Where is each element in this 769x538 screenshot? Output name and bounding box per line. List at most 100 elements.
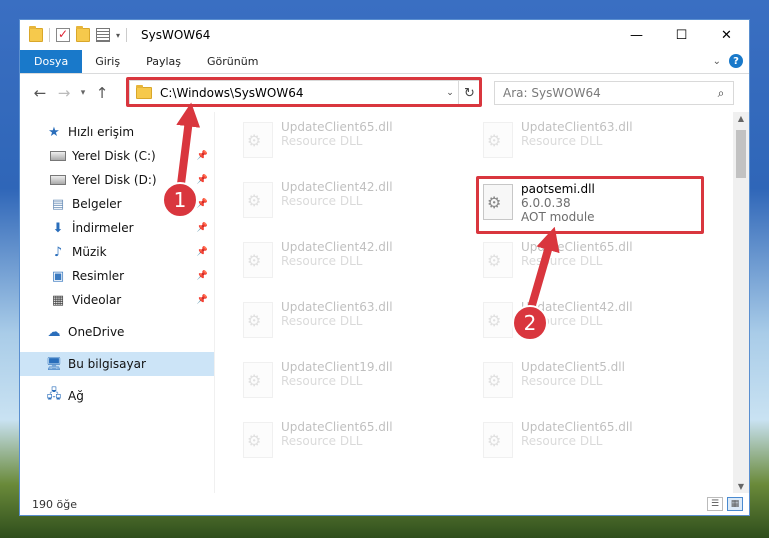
item-count: 190 öğe [32,497,77,511]
dll-file-icon [243,302,273,338]
sidebar-item-label: Yerel Disk (C:) [72,149,156,163]
chevron-down-icon[interactable]: ▾ [116,31,120,40]
sidebar-item-downloads[interactable]: ⬇ İndirmeler 📌 [20,216,214,240]
back-arrow-icon[interactable]: ← [28,84,52,102]
file-name: UpdateClient5.dll [521,360,625,374]
list-item[interactable]: UpdateClient63.dllResource DLL [237,296,447,344]
file-name: UpdateClient19.dll [281,360,393,374]
file-name: UpdateClient65.dll [521,420,633,434]
list-item[interactable]: UpdateClient19.dllResource DLL [237,356,447,404]
file-type: Resource DLL [281,314,363,328]
scrollbar-thumb[interactable] [736,130,746,178]
sidebar-item-pictures[interactable]: ▣ Resimler 📌 [20,264,214,288]
pin-icon: 📌 [196,199,208,209]
music-icon: ♪ [53,244,63,260]
file-type: Resource DLL [521,134,603,148]
dll-file-icon [243,182,273,218]
forward-arrow-icon[interactable]: → [52,84,76,102]
file-name: UpdateClient65.dll [521,240,633,254]
maximize-button[interactable]: ☐ [659,20,704,50]
sidebar-item-local-disk-c[interactable]: Yerel Disk (C:) 📌 [20,144,214,168]
new-folder-icon[interactable] [76,26,90,42]
divider [49,28,50,42]
dll-file-icon [243,362,273,398]
star-icon: ★ [48,124,60,140]
list-item[interactable]: UpdateClient42.dllResource DLL [237,236,447,284]
list-item[interactable]: UpdateClient5.dllResource DLL [477,356,687,404]
download-icon: ⬇ [52,220,64,236]
ribbon-tabs: Dosya Giriş Paylaş Görünüm ⌄ ? [20,50,749,74]
list-item[interactable]: UpdateClient65.dllResource DLL [477,236,687,284]
address-highlight-box [126,77,482,107]
network-icon: 🖧 [46,387,62,402]
file-type: Resource DLL [281,434,363,448]
sidebar-item-this-pc[interactable]: 🖥 Bu bilgisayar [20,352,214,376]
scroll-up-icon[interactable]: ▲ [733,114,749,123]
computer-icon: 🖥 [45,356,63,372]
sidebar-item-music[interactable]: ♪ Müzik 📌 [20,240,214,264]
file-name: UpdateClient42.dll [281,240,393,254]
sidebar-item-quick-access[interactable]: ★ Hızlı erişim [20,120,214,144]
drive-icon [50,149,66,163]
properties-check-icon[interactable] [56,27,70,42]
file-name: UpdateClient63.dll [281,300,393,314]
dll-file-icon [483,362,513,398]
sidebar-item-onedrive[interactable]: ☁ OneDrive [20,320,214,344]
sidebar-item-label: Yerel Disk (D:) [72,173,157,187]
sidebar-item-label: Ağ [68,389,84,403]
tab-share[interactable]: Paylaş [133,50,194,73]
tab-file[interactable]: Dosya [20,50,83,73]
file-type: Resource DLL [521,434,603,448]
dll-file-icon [483,122,513,158]
close-button[interactable]: ✕ [704,20,749,50]
sidebar-item-documents[interactable]: ▤ Belgeler 📌 [20,192,214,216]
tab-view[interactable]: Görünüm [194,50,271,73]
properties-icon[interactable] [96,28,110,42]
file-type: Resource DLL [281,194,363,208]
pin-icon: 📌 [196,175,208,185]
tab-home[interactable]: Giriş [82,50,133,73]
file-name: UpdateClient63.dll [521,120,633,134]
explorer-window: ▾ SysWOW64 — ☐ ✕ Dosya Giriş Paylaş Görü… [19,19,750,516]
sidebar-item-network[interactable]: 🖧 Ağ [20,384,214,408]
view-buttons: ☰ ▦ [707,497,743,511]
list-item[interactable]: UpdateClient65.dllResource DLL [237,416,447,464]
expand-ribbon-icon[interactable]: ⌄ [713,56,721,67]
sidebar-item-label: İndirmeler [72,221,134,235]
search-input[interactable]: Ara: SysWOW64 [503,86,709,100]
scroll-down-icon[interactable]: ▼ [733,482,749,491]
list-item[interactable]: UpdateClient63.dllResource DLL [477,116,687,164]
minimize-button[interactable]: — [614,20,659,50]
tiles-view-icon[interactable]: ▦ [727,497,743,511]
folder-icon[interactable] [29,26,43,42]
search-box[interactable]: Ara: SysWOW64 ⌕ [494,81,734,105]
ribbon-right-controls: ⌄ ? [713,54,743,68]
vertical-scrollbar[interactable]: ▲ ▼ [733,112,749,493]
up-arrow-icon[interactable]: ↑ [90,84,114,102]
dll-file-icon [243,122,273,158]
dll-file-icon [483,302,513,338]
file-type: Resource DLL [281,374,363,388]
sidebar-item-videos[interactable]: ▦ Videolar 📌 [20,288,214,312]
dll-file-icon [243,242,273,278]
list-item[interactable]: UpdateClient65.dllResource DLL [477,416,687,464]
documents-icon: ▤ [51,196,65,212]
quick-access-toolbar: ▾ [29,26,133,42]
list-item[interactable]: UpdateClient42.dllResource DLL [477,296,687,344]
sidebar-item-label: Resimler [72,269,125,283]
help-icon[interactable]: ? [729,54,743,68]
dll-file-icon [243,422,273,458]
details-view-icon[interactable]: ☰ [707,497,723,511]
file-type: Resource DLL [521,314,603,328]
sidebar-item-local-disk-d[interactable]: Yerel Disk (D:) 📌 [20,168,214,192]
list-item[interactable]: UpdateClient42.dllResource DLL [237,176,447,224]
search-icon[interactable]: ⌕ [709,86,733,101]
pin-icon: 📌 [196,247,208,257]
list-item[interactable]: UpdateClient65.dllResource DLL [237,116,447,164]
pin-icon: 📌 [196,151,208,161]
sidebar-item-label: Müzik [72,245,107,259]
pin-icon: 📌 [196,295,208,305]
pin-icon: 📌 [196,223,208,233]
recent-locations-chevron-icon[interactable]: ▾ [76,88,90,98]
sidebar-item-label: Videolar [72,293,122,307]
